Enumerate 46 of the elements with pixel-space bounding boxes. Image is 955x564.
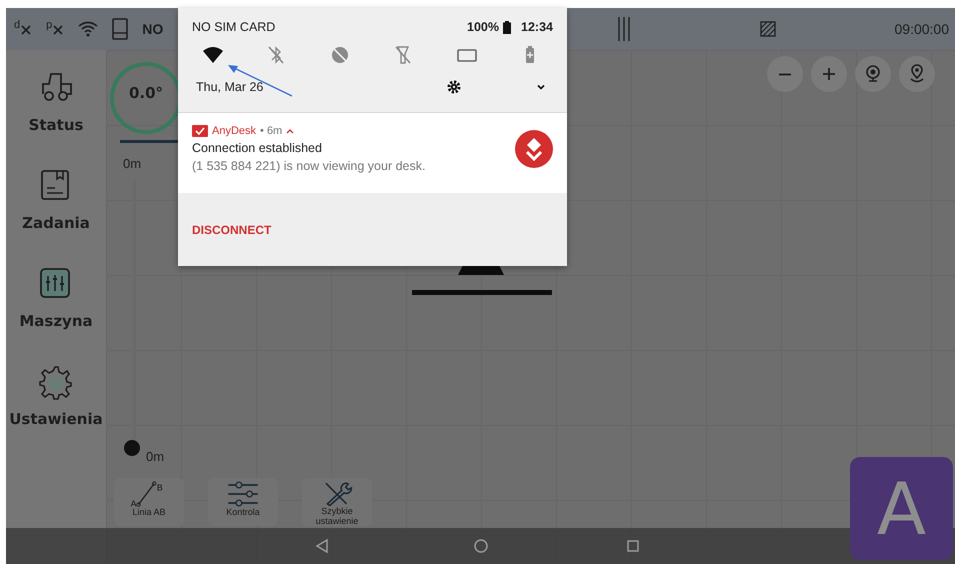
sidebar-item[interactable]: Maszyna bbox=[19, 266, 93, 330]
wifi-icon bbox=[78, 21, 98, 37]
battery-icon bbox=[503, 20, 512, 34]
carrier-label: NO SIM CARD bbox=[192, 20, 276, 34]
settings-icon bbox=[36, 364, 75, 402]
minus-icon bbox=[778, 72, 792, 76]
distance-label: 0m bbox=[146, 449, 164, 464]
zoom-in-button[interactable] bbox=[811, 56, 847, 92]
date-label: Thu, Mar 26 bbox=[196, 80, 264, 94]
tablet-icon bbox=[112, 18, 128, 40]
camera-button[interactable] bbox=[855, 56, 891, 92]
location-button[interactable] bbox=[899, 56, 935, 92]
app-name: AnyDesk bbox=[212, 125, 256, 137]
clock: 12:34 bbox=[521, 20, 553, 34]
sidebar-item[interactable]: Status bbox=[28, 70, 84, 134]
recents-icon[interactable] bbox=[625, 538, 641, 554]
notification-title: Connection established bbox=[192, 141, 323, 155]
data-label: p bbox=[46, 19, 52, 31]
clock: 09:00:00 bbox=[894, 21, 949, 37]
hatched-square-icon bbox=[758, 20, 776, 38]
battery-percent: 100% bbox=[467, 20, 500, 34]
cross-icon bbox=[20, 23, 32, 35]
app-button[interactable]: A bbox=[850, 457, 953, 560]
data-label: d bbox=[14, 19, 20, 31]
home-icon[interactable] bbox=[473, 538, 489, 554]
notification-time: • 6m bbox=[260, 125, 282, 137]
app-icon bbox=[192, 125, 208, 137]
tool-button[interactable]: Kontrola bbox=[208, 478, 278, 526]
level-bar bbox=[120, 140, 180, 143]
disconnect-button[interactable]: DISCONNECT bbox=[192, 222, 272, 236]
scale-dot bbox=[124, 440, 140, 456]
settings-icon[interactable] bbox=[447, 80, 461, 94]
caret-icon[interactable] bbox=[286, 127, 294, 135]
back-icon[interactable] bbox=[314, 538, 330, 554]
diamond-logo-icon bbox=[515, 130, 553, 168]
tool-button[interactable]: A B Linia AB bbox=[114, 478, 184, 526]
bars-icon bbox=[616, 17, 630, 41]
notification-card[interactable]: AnyDesk • 6m Connection established (1 535 884 221) is now viewing your desk. bbox=[178, 112, 567, 193]
cross-icon bbox=[52, 23, 64, 35]
angle-reading: 0.0° bbox=[128, 84, 164, 102]
tool-button[interactable]: Szybkie ustawienie bbox=[302, 478, 372, 526]
notification-text: (1 535 884 221) is now viewing your desk. bbox=[192, 159, 426, 173]
sidebar-item[interactable]: Zadania bbox=[22, 168, 90, 232]
sidebar-item[interactable]: Ustawienia bbox=[9, 364, 103, 428]
carrier-label: NO bbox=[142, 21, 164, 37]
distance-label: 0m bbox=[123, 156, 142, 171]
